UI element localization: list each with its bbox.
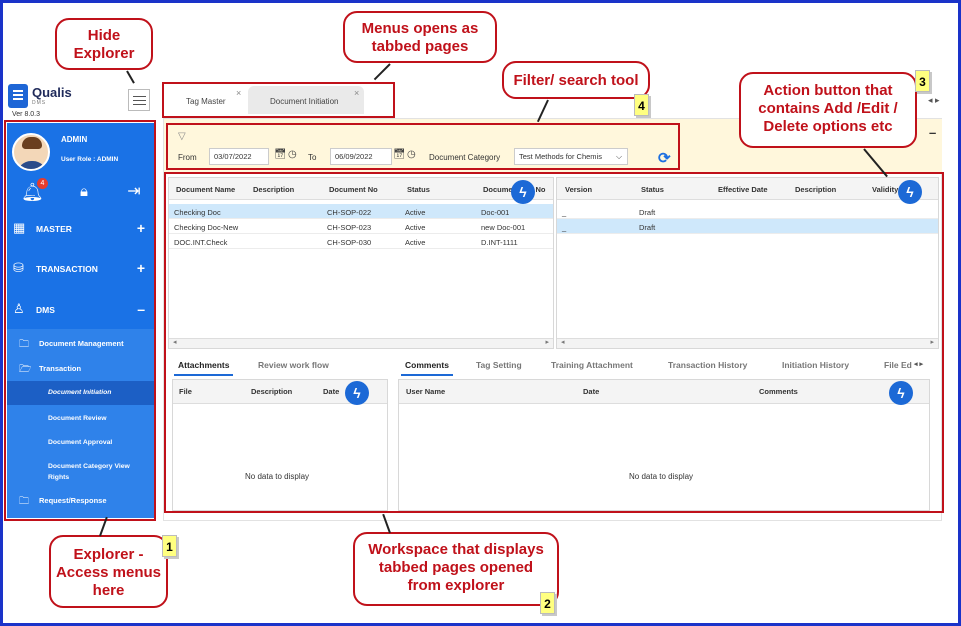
number-badge: 3 (915, 70, 930, 92)
callout-action-button: Action button that contains Add /Edit / … (739, 72, 917, 148)
callout-workspace: Workspace that displays tabbed pages ope… (353, 532, 559, 606)
callout-text: Hide Explorer (73, 27, 135, 62)
number-badge: 4 (634, 94, 649, 116)
callout-text: Menus opens as tabbed pages (361, 20, 479, 55)
tabs-highlight (162, 82, 395, 118)
callout-text: Action button that contains Add /Edit / … (758, 82, 898, 135)
hamburger-menu-icon[interactable] (128, 89, 150, 111)
workspace-highlight (164, 172, 944, 513)
explorer-highlight (4, 120, 156, 521)
callout-menus-tabbed: Menus opens as tabbed pages (343, 11, 497, 63)
app-subtitle: DMS (32, 100, 47, 106)
callout-hide-explorer: Hide Explorer (55, 18, 153, 70)
number-badge: 2 (540, 592, 555, 614)
app-version: Ver 8.0.3 (12, 111, 41, 118)
app-name: Qualis (32, 85, 72, 100)
tab-scroll-arrows[interactable]: ◂ ▸ (928, 95, 942, 109)
logo-icon (8, 84, 28, 108)
callout-text: Workspace that displays tabbed pages ope… (368, 541, 544, 594)
callout-text: Filter/ search tool (513, 72, 639, 89)
collapse-panel-icon[interactable]: – (929, 125, 936, 140)
callout-text: Explorer - Access menus here (55, 546, 162, 599)
callout-filter-tool: Filter/ search tool (502, 61, 650, 99)
filter-highlight (166, 123, 680, 170)
number-badge: 1 (162, 535, 177, 557)
callout-explorer: Explorer - Access menus here (49, 535, 168, 608)
